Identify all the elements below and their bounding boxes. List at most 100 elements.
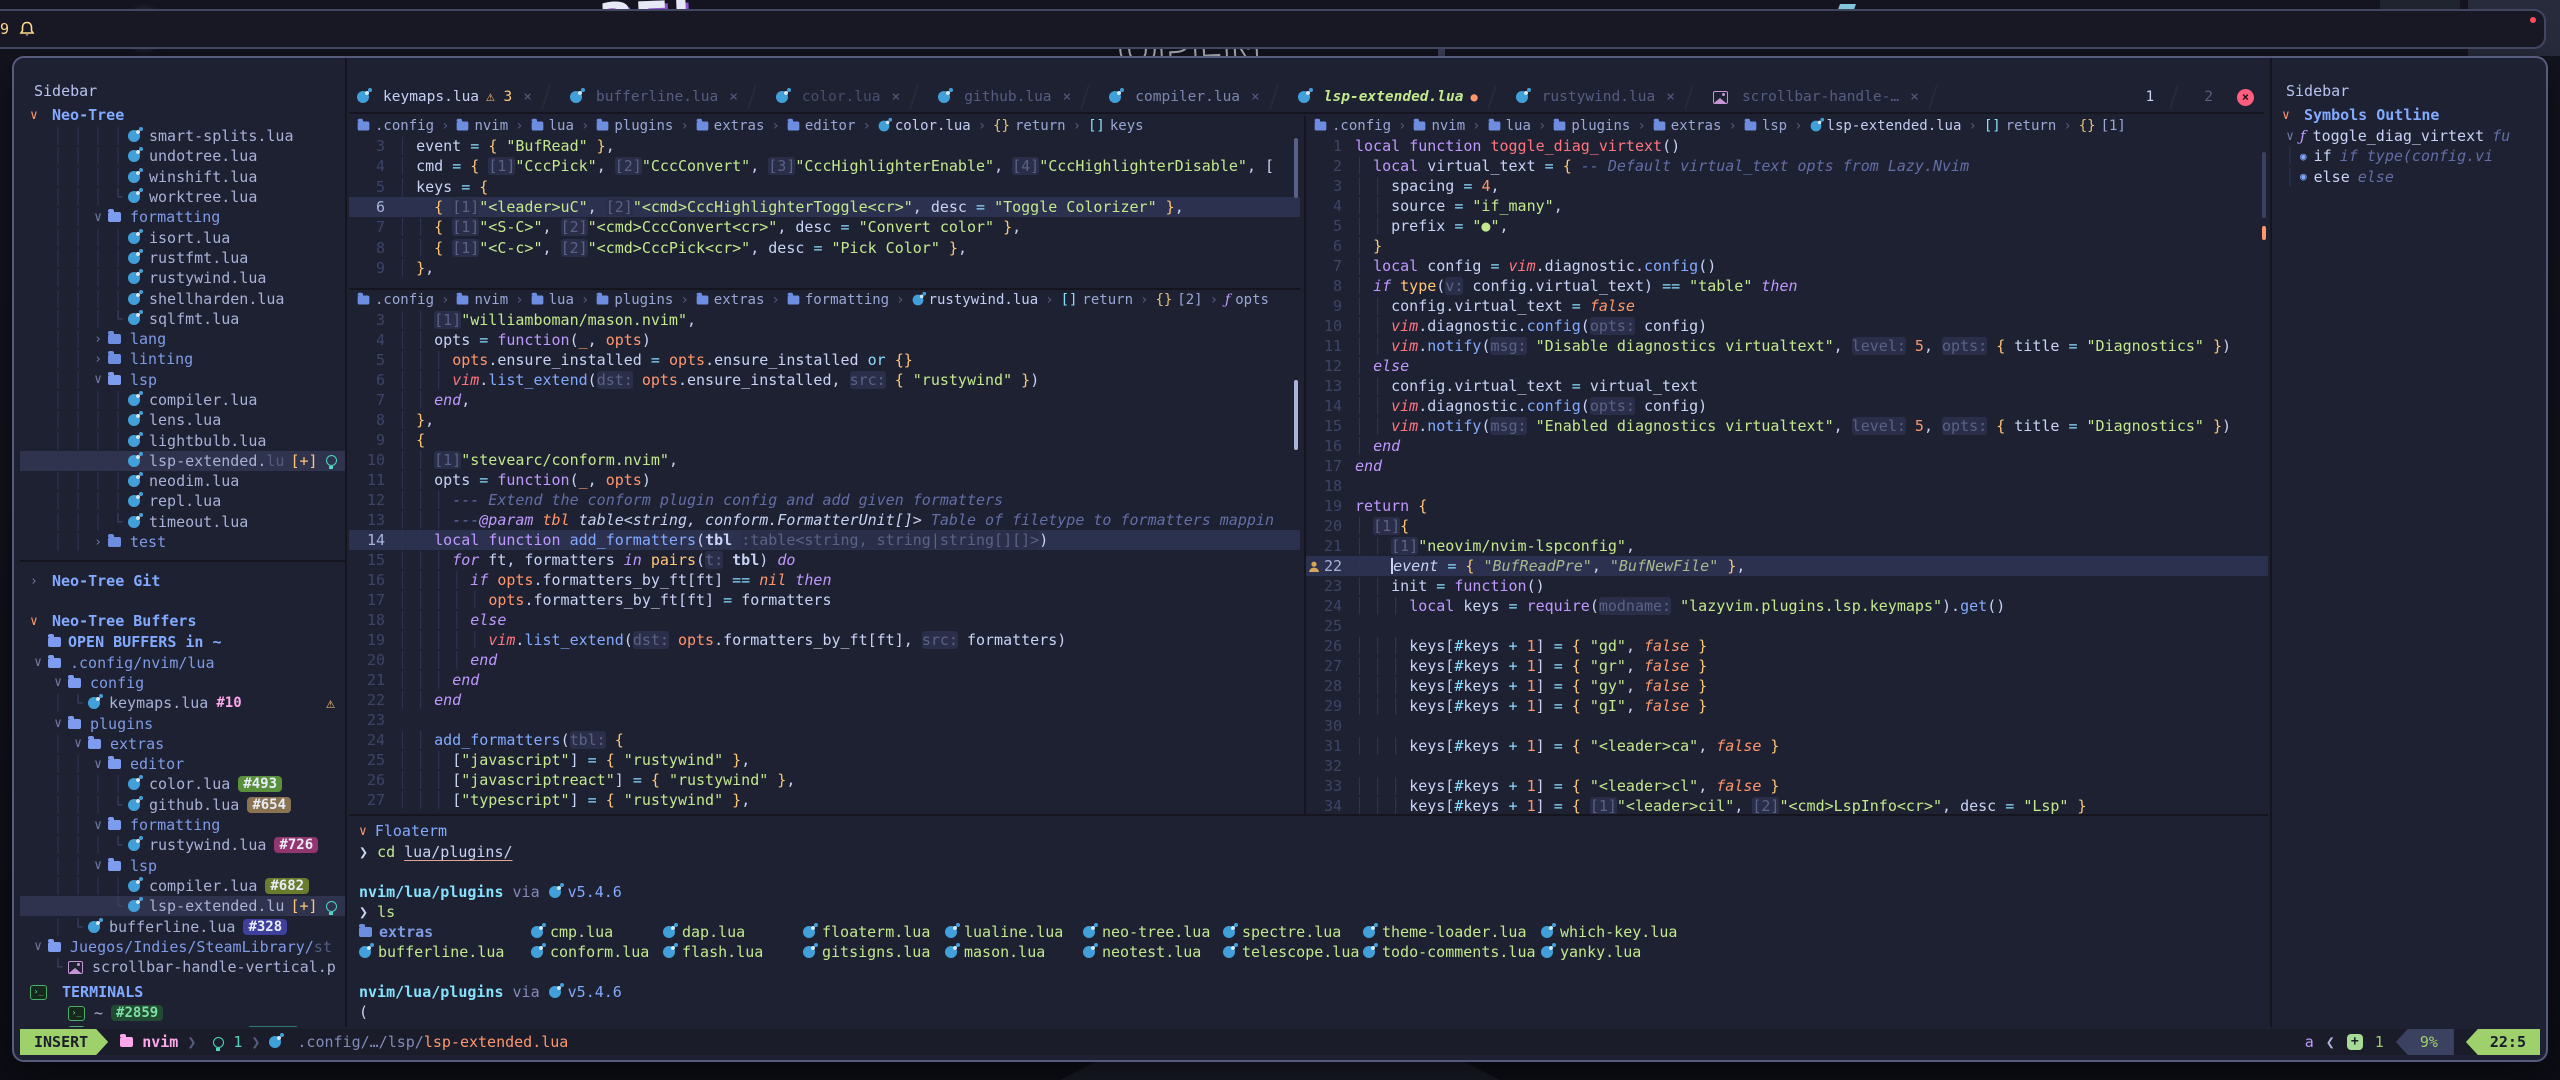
buffer-item[interactable]: │││└github.lua#654 <box>20 795 345 815</box>
chevron-down-icon[interactable]: ∨ <box>88 818 108 833</box>
tree-item[interactable]: ││›lang <box>20 329 345 349</box>
code-line-31[interactable]: 31│ │ │ keys[#keys + 1] = { "<leader>ca"… <box>1306 736 2268 756</box>
code-line-3[interactable]: 3│ │ spacing = 4, <box>1306 176 2268 196</box>
code-line-5[interactable]: 5│ │ │ opts.ensure_installed = opts.ensu… <box>349 350 1300 370</box>
code-line-20[interactable]: 20│ [1]{ <box>1306 516 2268 536</box>
tab-close-icon[interactable]: × <box>1251 89 1260 105</box>
breadcrumb-item[interactable]: []keys <box>1088 118 1144 134</box>
floaterm-terminal[interactable]: ∨Floaterm❯ cd lua/plugins/nvim/lua/plugi… <box>349 814 2268 1027</box>
code-line-17[interactable]: 17│ │ │ │ │ opts.formatters_by_ft[ft] = … <box>349 590 1300 610</box>
tree-item[interactable]: ││││shellharden.lua <box>20 288 345 308</box>
code-line-8[interactable]: 8│ if type(v: config.virtual_text) == "t… <box>1306 276 2268 296</box>
breadcrumb-item[interactable]: plugins <box>596 292 673 308</box>
terminal-item[interactable]: ~#2859 <box>20 1003 345 1023</box>
tab-bufferline-lua[interactable]: bufferline.lua× <box>562 89 746 105</box>
tree-item[interactable]: ││││lens.lua <box>20 410 345 430</box>
code-line-6[interactable]: 6│ } <box>1306 236 2268 256</box>
code-line-19[interactable]: 19return { <box>1306 496 2268 516</box>
breadcrumb-item[interactable]: lsp-extended.lua <box>1810 118 1962 134</box>
breadcrumb-item[interactable]: extras <box>696 118 765 134</box>
outline-symbol-toggle_diag_virtext[interactable]: ∨ƒtoggle_diag_virtextfu <box>2272 126 2548 146</box>
code-line-7[interactable]: 7│ │ end, <box>349 390 1300 410</box>
code-line-24[interactable]: 24│ │ │ local keys = require(modname: "l… <box>1306 596 2268 616</box>
code-line-9[interactable]: 9│ { <box>349 430 1300 450</box>
tree-item[interactable]: ││││isort.lua <box>20 227 345 247</box>
buffer-item[interactable]: │││└rustywind.lua#726 <box>20 835 345 855</box>
sidebar-section-neo-tree-buffers[interactable]: ∨Neo-Tree Buffers <box>20 610 345 632</box>
code-line-9[interactable]: 9│ │ config.virtual_text = false <box>1306 296 2268 316</box>
code-line-32[interactable]: 32 <box>1306 756 2268 776</box>
code-line-15[interactable]: 15│ │ │ for ft, formatters in pairs(t: t… <box>349 550 1300 570</box>
outline-symbol-else[interactable]: │◉elseelse <box>2272 167 2548 187</box>
breadcrumb-item[interactable]: nvim <box>1413 118 1465 134</box>
tab-scrollbar-handle-[interactable]: scrollbar-handle-…× <box>1705 89 1927 105</box>
code-line-8[interactable]: 8│ │ { [1]"<C-c>", [2]"<cmd>CccPick<cr>"… <box>349 237 1300 257</box>
code-line-14[interactable]: 14│ │ vim.diagnostic.config(opts: config… <box>1306 396 2268 416</box>
terminal-item[interactable]: ~/.c/n/l/plugins#3980 <box>20 1024 345 1027</box>
buffer-item[interactable]: ││││color.lua#493 <box>20 774 345 794</box>
code-line-11[interactable]: 11│ │ opts = function(_, opts) <box>349 470 1300 490</box>
breadcrumb-item[interactable]: {}[2] <box>1155 292 1202 308</box>
code-line-23[interactable]: 23 <box>349 710 1300 730</box>
breadcrumb-item[interactable]: []return <box>1984 118 2056 134</box>
code-line-30[interactable]: 30 <box>1306 716 2268 736</box>
chevron-down-icon[interactable]: ∨ <box>88 858 108 873</box>
code-line-13[interactable]: 13│ │ │ ---@param tbl table<string, conf… <box>349 510 1300 530</box>
buffer-item[interactable]: ││∨lsp <box>20 856 345 876</box>
tree-item[interactable]: ││││rustywind.lua <box>20 268 345 288</box>
code-line-4[interactable]: 4│ │ source = "if_many", <box>1306 196 2268 216</box>
breadcrumb-item[interactable]: plugins <box>1553 118 1630 134</box>
breadcrumb-item[interactable]: {}[1] <box>2079 118 2126 134</box>
tab-github-lua[interactable]: github.lua× <box>930 89 1079 105</box>
code-line-4[interactable]: 4│ cmd = { [1]"CccPick", [2]"CccConvert"… <box>349 156 1300 176</box>
chevron-down-icon[interactable]: ∨ <box>88 757 108 772</box>
code-line-21[interactable]: 21│ │ │ end <box>349 670 1300 690</box>
tab-close-icon[interactable]: × <box>729 89 738 105</box>
code-line-1[interactable]: 1local function toggle_diag_virtext() <box>1306 136 2268 156</box>
breadcrumb-item[interactable]: .config <box>357 118 434 134</box>
code-line-10[interactable]: 10│ │ [1]"stevearc/conform.nvim", <box>349 450 1300 470</box>
breadcrumb-item[interactable]: lua <box>531 292 574 308</box>
code-line-16[interactable]: 16│ end <box>1306 436 2268 456</box>
editor-pane-lsp-extended-lua[interactable]: .config›nvim›lua›plugins›extras›lsp›lsp-… <box>1304 116 2268 814</box>
notifications-widget[interactable]: 9 <box>0 9 2546 49</box>
buffer-item[interactable]: ││∨formatting <box>20 815 345 835</box>
breadcrumb-item[interactable]: lua <box>1488 118 1531 134</box>
buffer-item[interactable]: ││∨editor <box>20 754 345 774</box>
close-buffer-button[interactable]: × <box>2237 89 2254 106</box>
breadcrumb-item[interactable]: []return <box>1061 292 1133 308</box>
tree-item[interactable]: │││└sqlfmt.lua <box>20 309 345 329</box>
code-line-5[interactable]: 5│ keys = { <box>349 177 1300 197</box>
tab-color-lua[interactable]: color.lua× <box>768 89 908 105</box>
breadcrumb-item[interactable]: nvim <box>456 292 508 308</box>
tab-close-icon[interactable]: × <box>1666 89 1675 105</box>
breadcrumb-item[interactable]: rustywind.lua <box>912 292 1039 308</box>
code-line-12[interactable]: 12│ │ │ --- Extend the conform plugin co… <box>349 490 1300 510</box>
chevron-right-icon[interactable]: › <box>88 352 108 367</box>
chevron-down-icon[interactable]: ∨ <box>88 210 108 225</box>
chevron-down-icon[interactable]: ∨ <box>28 939 48 954</box>
outline-symbol-if[interactable]: │◉ifif type(config.vi <box>2272 146 2548 166</box>
tab-close-icon[interactable]: × <box>523 89 532 105</box>
code-line-7[interactable]: 7│ local config = vim.diagnostic.config(… <box>1306 256 2268 276</box>
tree-item[interactable]: ││││rustfmt.lua <box>20 248 345 268</box>
tab-rustywind-lua[interactable]: rustywind.lua× <box>1508 89 1683 105</box>
code-line-20[interactable]: 20│ │ │ │ end <box>349 650 1300 670</box>
tree-item[interactable]: │││└worktree.lua <box>20 187 345 207</box>
code-line-21[interactable]: 21│ │ [1]"neovim/nvim-lspconfig", <box>1306 536 2268 556</box>
tabpage-2[interactable]: 2 <box>2190 89 2227 105</box>
code-line-13[interactable]: 13│ │ config.virtual_text = virtual_text <box>1306 376 2268 396</box>
code-line-29[interactable]: 29│ │ │ keys[#keys + 1] = { "gI", false … <box>1306 696 2268 716</box>
tree-item[interactable]: ││││smart-splits.lua <box>20 126 345 146</box>
code-line-12[interactable]: 12│ else <box>1306 356 2268 376</box>
code-line-15[interactable]: 15│ │ vim.notify(msg: "Enabled diagnosti… <box>1306 416 2268 436</box>
code-line-26[interactable]: 26│ │ │ ["javascriptreact"] = { "rustywi… <box>349 770 1300 790</box>
chevron-down-icon[interactable]: ∨ <box>48 675 68 690</box>
breadcrumb-item[interactable]: editor <box>787 118 856 134</box>
sidebar-section-symbols-outline[interactable]: ∨Symbols Outline <box>2272 104 2548 126</box>
tree-item[interactable]: ││││compiler.lua <box>20 390 345 410</box>
chevron-right-icon[interactable]: › <box>88 332 108 347</box>
code-line-7[interactable]: 7│ │ { [1]"<S-C>", [2]"<cmd>CccConvert<c… <box>349 217 1300 237</box>
chevron-down-icon[interactable]: ∨ <box>68 736 88 751</box>
breadcrumb-item[interactable]: extras <box>1653 118 1722 134</box>
